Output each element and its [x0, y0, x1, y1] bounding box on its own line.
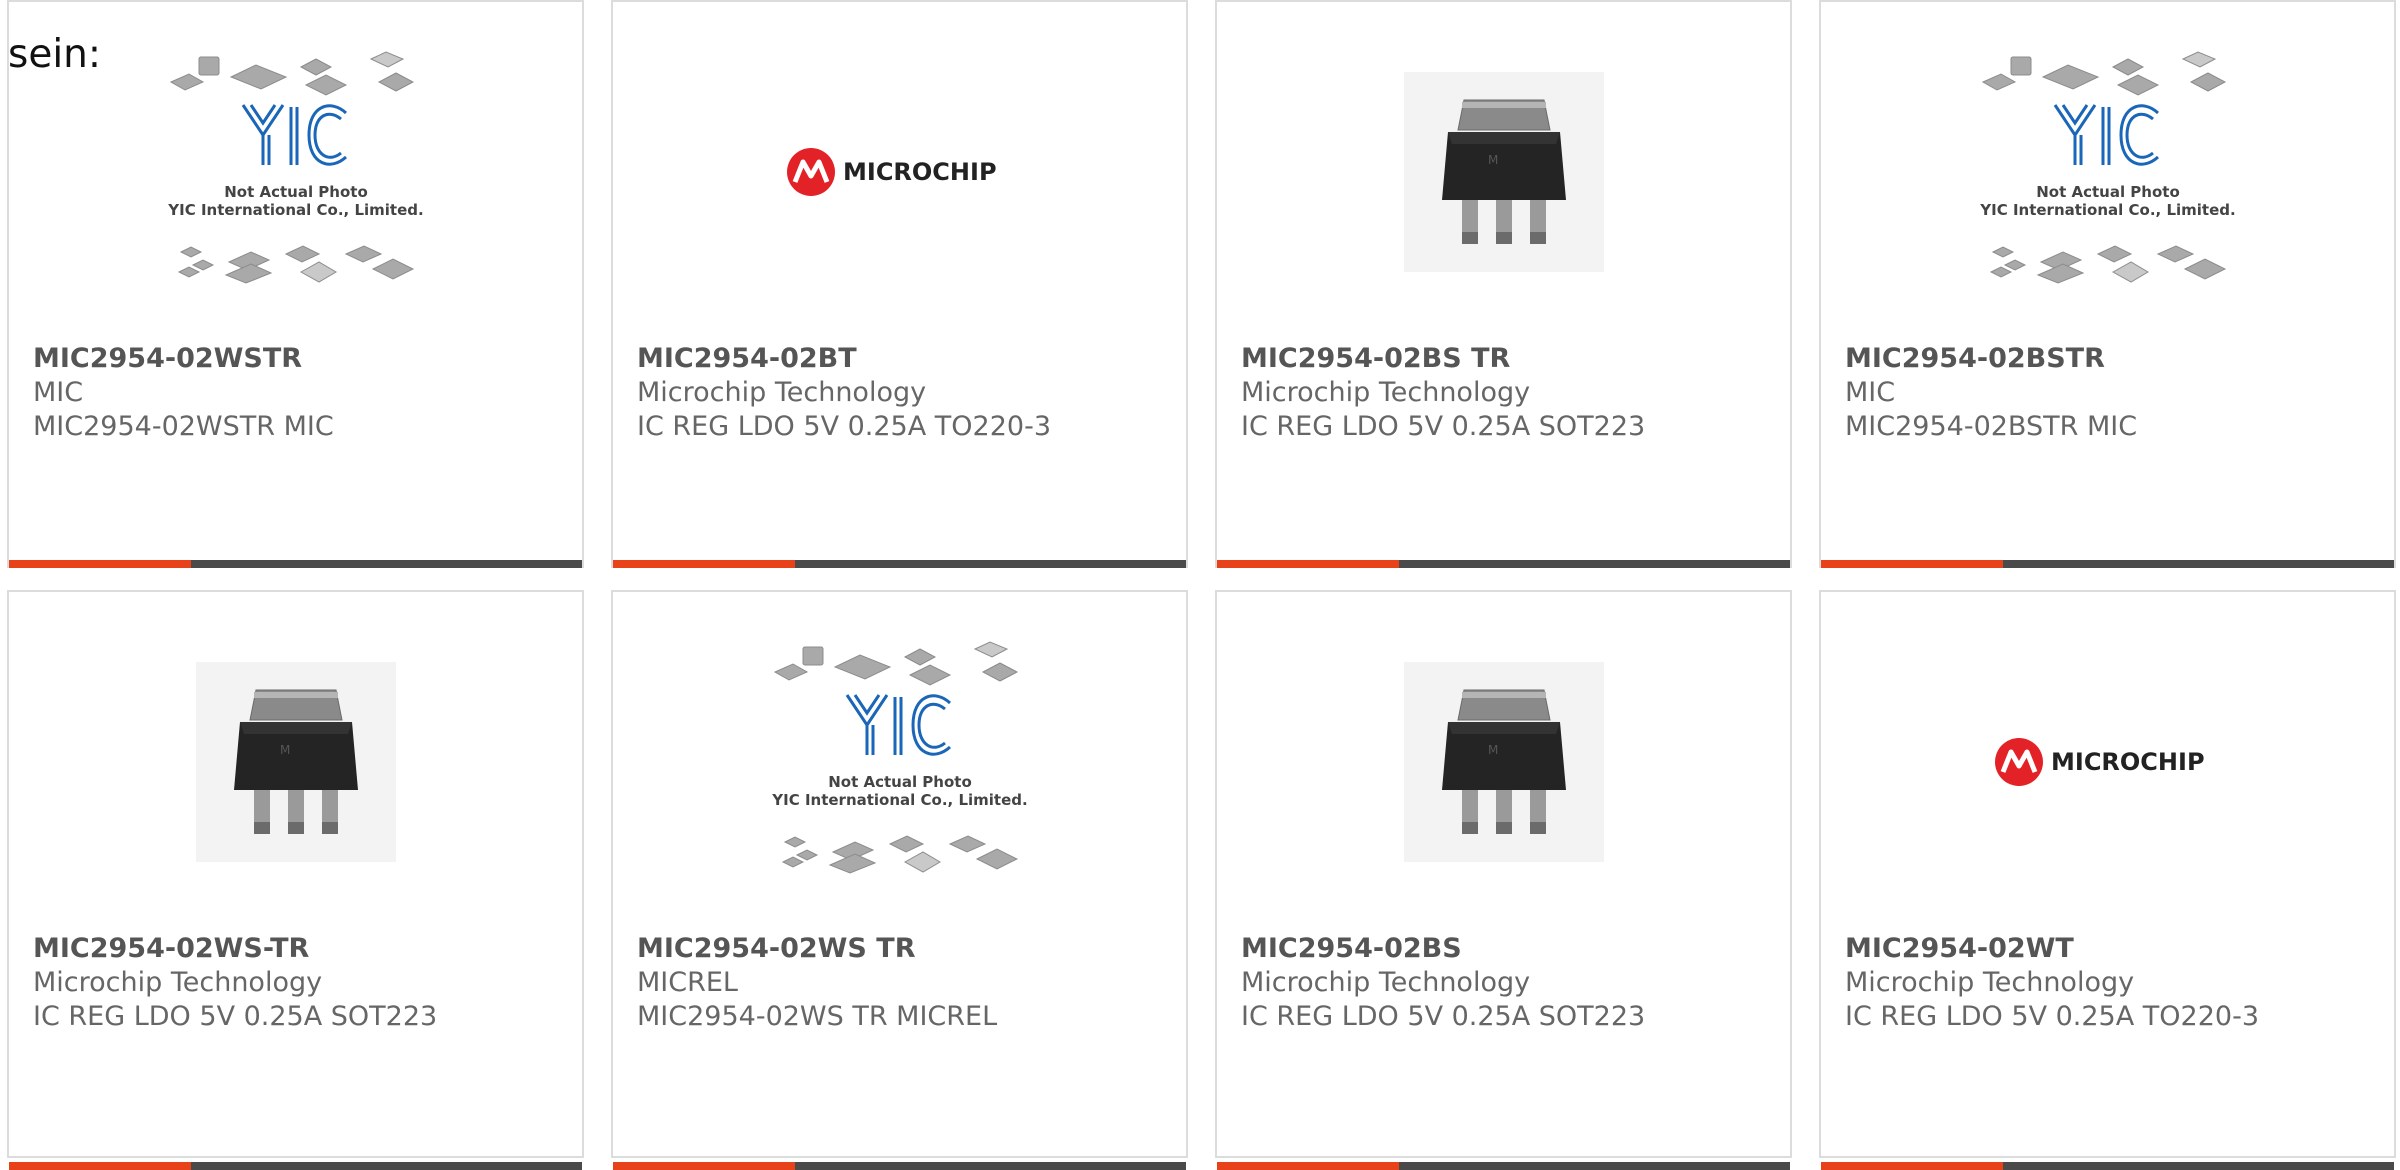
product-part-number[interactable]: MIC2954-02BSTR: [1845, 342, 2382, 376]
card-bottom-bar: [1217, 560, 1790, 568]
product-part-number[interactable]: MIC2954-02BS TR: [1241, 342, 1778, 376]
product-description: MIC2954-02WSTR MIC: [33, 411, 334, 442]
product-card[interactable]: Not Actual Photo YIC International Co., …: [1819, 0, 2396, 568]
svg-text:M: M: [1488, 743, 1498, 757]
sot223-package-image: M: [195, 662, 396, 862]
svg-text:M: M: [1488, 153, 1498, 167]
product-description: IC REG LDO 5V 0.25A TO220-3: [1845, 1001, 2259, 1032]
product-manufacturer: Microchip Technology: [1241, 377, 1531, 408]
intro-text: sein:: [8, 32, 102, 77]
product-info: MIC2954-02WSTR MIC MIC2954-02WSTR MIC: [33, 342, 570, 444]
card-accent-bar: [1821, 560, 2003, 568]
product-info: MIC2954-02BS TR Microchip Technology IC RE…: [1241, 342, 1778, 444]
card-accent-bar: [9, 1162, 191, 1170]
card-accent-bar: [613, 1162, 795, 1170]
product-info: MIC2954-02BS Microchip Technology IC REG L…: [1241, 932, 1778, 1034]
product-info: MIC2954-02BSTR MIC MIC2954-02BSTR MIC: [1845, 342, 2382, 444]
product-manufacturer: Microchip Technology: [1845, 967, 2135, 998]
product-part-number[interactable]: MIC2954-02WS TR: [637, 932, 1174, 966]
product-thumbnail[interactable]: M: [1217, 632, 1790, 892]
microchip-logo-text: MICROCHIP: [843, 158, 997, 186]
card-accent-bar: [9, 560, 191, 568]
placeholder-line1: Not Actual Photo: [224, 183, 368, 201]
card-bottom-bar: [1217, 1162, 1790, 1170]
product-manufacturer: MIC: [33, 377, 84, 408]
product-card[interactable]: Not Actual Photo YIC International Co., …: [611, 590, 1188, 1170]
card-bottom-bar: [9, 560, 582, 568]
card-bottom-bar: [613, 560, 1186, 568]
svg-text:M: M: [280, 743, 290, 757]
placeholder-line2: YIC International Co., Limited.: [1979, 201, 2235, 219]
placeholder-line1: Not Actual Photo: [2036, 183, 2180, 201]
product-part-number[interactable]: MIC2954-02WT: [1845, 932, 2382, 966]
card-accent-bar: [1217, 1162, 1399, 1170]
product-info: MIC2954-02BT Microchip Technology IC REG L…: [637, 342, 1174, 444]
product-part-number[interactable]: MIC2954-02BS: [1241, 932, 1778, 966]
product-manufacturer: Microchip Technology: [637, 377, 927, 408]
product-part-number[interactable]: MIC2954-02WS-TR: [33, 932, 570, 966]
product-description: IC REG LDO 5V 0.25A TO220-3: [637, 411, 1051, 442]
product-card[interactable]: Not Actual Photo YIC International Co., …: [7, 0, 584, 568]
product-info: MIC2954-02WS-TR Microchip Technology IC RE…: [33, 932, 570, 1034]
yic-logo-icon: [845, 694, 951, 756]
product-card[interactable]: M MIC2954-02WS-TR Microchip Technology IC …: [7, 590, 584, 1170]
card-accent-bar: [1217, 560, 1399, 568]
product-manufacturer: Microchip Technology: [1241, 967, 1531, 998]
placeholder-image: Not Actual Photo YIC International Co., …: [1979, 51, 2235, 284]
yic-logo-icon: [241, 104, 347, 166]
product-description: IC REG LDO 5V 0.25A SOT223: [33, 1001, 438, 1032]
card-bottom-bar: [613, 1162, 1186, 1170]
product-part-number[interactable]: MIC2954-02WSTR: [33, 342, 570, 376]
product-manufacturer: MICREL: [637, 967, 738, 998]
card-accent-bar: [613, 560, 795, 568]
product-manufacturer: Microchip Technology: [33, 967, 323, 998]
product-description: MIC2954-02WS TR MICREL: [637, 1001, 998, 1032]
placeholder-image: Not Actual Photo YIC International Co., …: [771, 641, 1027, 874]
product-description: IC REG LDO 5V 0.25A SOT223: [1241, 411, 1646, 442]
product-thumbnail[interactable]: M: [1217, 42, 1790, 302]
placeholder-line2: YIC International Co., Limited.: [771, 791, 1027, 809]
product-card[interactable]: MICROCHIP MIC2954-02BT Microchip Technolo…: [611, 0, 1188, 568]
product-card[interactable]: M MIC2954-02BS Microchip Technology IC REG…: [1215, 590, 1792, 1170]
product-manufacturer: MIC: [1845, 377, 1896, 408]
product-card[interactable]: MICROCHIP MIC2954-02WT Microchip Technolo…: [1819, 590, 2396, 1170]
product-thumbnail[interactable]: M: [9, 632, 582, 892]
yic-logo-icon: [2053, 104, 2159, 166]
product-card[interactable]: M MIC2954-02BS TR Microchip Technology IC …: [1215, 0, 1792, 568]
product-thumbnail[interactable]: Not Actual Photo YIC International Co., …: [1821, 42, 2394, 302]
product-info: MIC2954-02WS TR MICREL MIC2954-02WS TR MIC…: [637, 932, 1174, 1034]
product-thumbnail[interactable]: MICROCHIP: [1821, 632, 2394, 892]
product-description: MIC2954-02BSTR MIC: [1845, 411, 2138, 442]
product-thumbnail[interactable]: Not Actual Photo YIC International Co., …: [613, 632, 1186, 892]
card-accent-bar: [1821, 1162, 2003, 1170]
sot223-package-image: M: [1403, 662, 1604, 862]
placeholder-line1: Not Actual Photo: [828, 773, 972, 791]
product-part-number[interactable]: MIC2954-02BT: [637, 342, 1174, 376]
microchip-logo-image: MICROCHIP: [786, 148, 997, 196]
product-info: MIC2954-02WT Microchip Technology IC REG L…: [1845, 932, 2382, 1034]
sot223-package-image: M: [1403, 72, 1604, 272]
microchip-logo-image: MICROCHIP: [1994, 738, 2205, 786]
product-thumbnail[interactable]: MICROCHIP: [613, 42, 1186, 302]
card-bottom-bar: [1821, 1162, 2394, 1170]
product-description: IC REG LDO 5V 0.25A SOT223: [1241, 1001, 1646, 1032]
card-bottom-bar: [1821, 560, 2394, 568]
placeholder-image: Not Actual Photo YIC International Co., …: [167, 51, 423, 284]
card-bottom-bar: [9, 1162, 582, 1170]
placeholder-line2: YIC International Co., Limited.: [167, 201, 423, 219]
microchip-logo-text: MICROCHIP: [2051, 748, 2205, 776]
